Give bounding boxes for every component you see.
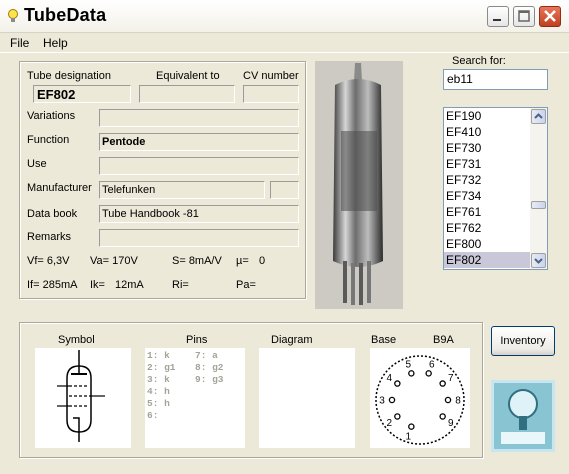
base-pin-number: 9 [448,418,454,429]
pin-entry: 5: h [147,398,170,409]
b9a-base-icon: 12345 6789 [375,355,465,445]
param-mu: µ= [236,255,249,267]
menu-file[interactable]: File [10,36,29,50]
function-field[interactable]: Pentode [99,133,299,151]
param-s: S= 8mA/V [172,255,222,267]
base-type-label: B9A [433,334,454,346]
pin-entry: 4: h [147,386,170,397]
maximize-icon [518,10,530,22]
base-pin-hole [408,423,415,430]
cv-number-label: CV number [243,70,299,82]
diagram-label: Diagram [271,334,313,346]
base-panel: 123456789 [370,348,470,448]
base-pin-number: 8 [455,396,461,407]
base-pin-hole [444,396,452,404]
base-pin-hole [394,413,401,420]
title-bar[interactable]: TubeData [0,0,569,33]
param-ik-value: 12mA [115,279,144,291]
scroll-thumb[interactable] [531,201,546,209]
manufacturer-label: Manufacturer [27,182,92,194]
base-pin-hole [408,370,415,377]
pins-panel: 1: k 2: g1 3: k 4: h 5: h 6: 7: a 8: g2 9: g3 [145,348,245,448]
tube-designation-field[interactable]: EF802 [33,85,131,103]
cv-number-field[interactable] [243,85,299,103]
base-pin-number: 7 [448,373,454,384]
base-pin-hole [388,396,396,404]
base-pin-hole [439,413,446,420]
pin-entry: 6: [147,410,159,421]
tube-designation-label: Tube designation [27,70,111,82]
maximize-button[interactable] [513,6,535,27]
diagram-panel [259,348,355,448]
equivalent-label: Equivalent to [156,70,220,82]
base-pin-number: 3 [379,396,385,407]
search-label: Search for: [452,55,506,67]
param-pa: Pa= [236,279,256,291]
tube-photo [315,61,403,309]
tube-list[interactable]: EF190 EF410 EF730 EF731 EF732 EF734 EF761 EF762… [443,107,548,270]
menu-bar: File Help [0,33,569,53]
param-ri: Ri= [172,279,189,291]
menu-help[interactable]: Help [43,36,68,50]
databook-field[interactable]: Tube Handbook -81 [99,205,299,223]
close-icon [544,10,556,22]
param-vf: Vf= 6,3V [27,255,70,267]
tube-list-scrollbar[interactable] [530,108,547,269]
inventory-button[interactable]: Inventory [491,326,555,356]
pentode-symbol-icon [57,350,105,442]
symbol-label: Symbol [58,334,95,346]
lightbulb-icon [8,9,18,22]
pin-entry: 8: g2 [195,362,224,373]
manufacturer-extra-field[interactable] [270,181,299,199]
close-button[interactable] [539,6,561,27]
equivalent-field[interactable] [139,85,235,103]
variations-label: Variations [27,110,76,122]
base-pin-number: 1 [405,432,411,443]
main-window: TubeData File Help Tube designation Equi… [0,0,569,474]
pin-entry: 7: a [195,350,218,361]
param-va: Va= 170V [90,255,138,267]
function-label: Function [27,134,70,146]
remarks-field[interactable] [99,229,299,247]
pin-entry: 3: k [147,374,170,385]
param-if: If= 285mA [27,279,78,291]
window-title: TubeData [24,5,107,25]
minimize-icon [493,19,501,21]
search-input[interactable]: eb11 [443,69,548,90]
pins-label: Pins [186,334,208,346]
base-pin-hole [425,370,432,377]
base-pin-number: 5 [405,359,411,370]
base-pin-hole [394,380,401,387]
base-pin-hole [439,380,446,387]
param-mu-value: 0 [259,255,266,267]
variations-field[interactable] [99,109,299,127]
param-ik: Ik= [90,279,105,291]
remarks-label: Remarks [27,231,72,243]
scroll-up-button[interactable] [531,109,546,124]
base-pin-number: 6 [429,359,435,370]
symbol-panel [35,348,131,448]
scroll-down-button[interactable] [531,253,546,268]
scroll-down-icon [534,258,543,264]
base-pin-number: 2 [386,418,392,429]
use-field[interactable] [99,157,299,175]
pin-entry: 1: k [147,350,170,361]
use-label: Use [27,158,47,170]
base-pin-number: 4 [386,373,392,384]
pin-entry: 2: g1 [147,362,176,373]
pin-entry: 9: g3 [195,374,224,385]
base-label: Base [371,334,397,346]
minimize-button[interactable] [487,6,509,27]
manufacturer-field[interactable]: Telefunken [99,181,265,199]
scroll-up-icon [534,113,543,119]
tube-logo-icon[interactable] [491,380,555,452]
databook-label: Data book [27,208,78,220]
